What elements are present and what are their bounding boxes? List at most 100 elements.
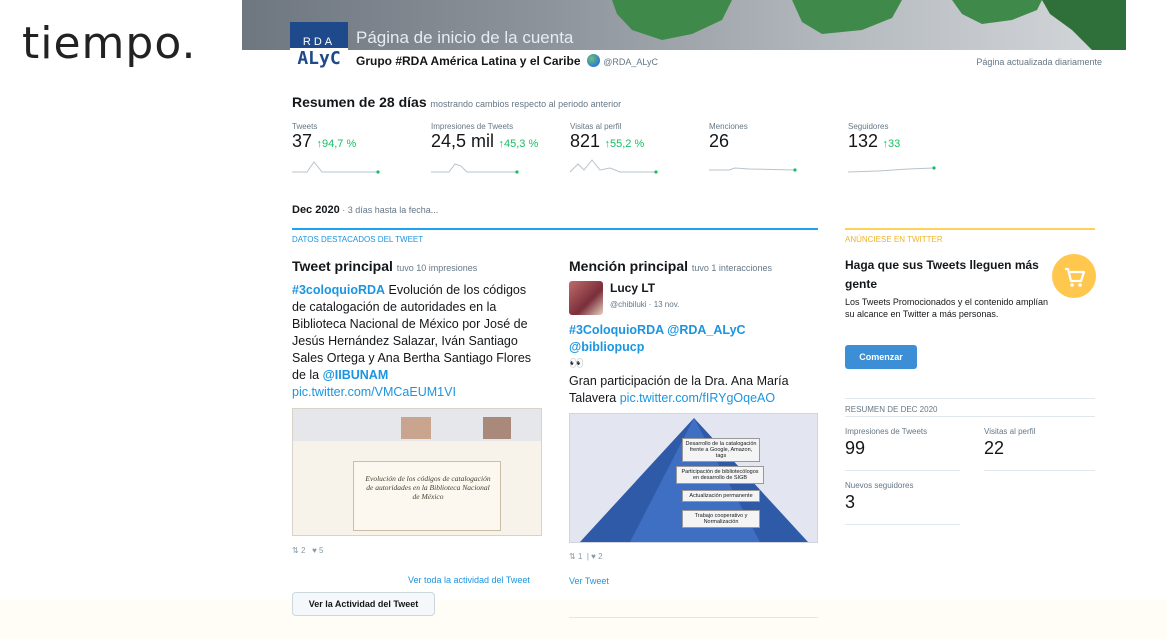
mention-author-name[interactable]: Lucy LT — [610, 281, 655, 295]
map-graphic — [612, 0, 1126, 50]
view-tweet-link[interactable]: Ver Tweet — [569, 576, 609, 586]
mention-divider — [569, 617, 818, 618]
sparkline — [570, 159, 658, 174]
metric-impressions[interactable]: Impresiones de Tweets 24,5 mil ↑45,3 % — [431, 122, 538, 174]
summary-divider — [845, 524, 960, 525]
followers-value: 3 — [845, 492, 856, 512]
top-tweet-subtitle: tuvo 10 impresiones — [396, 263, 478, 273]
top-tweet-text: #3coloquioRDA Evolución de los códigos d… — [292, 282, 532, 401]
pyramid-box: Actualización permanente — [682, 490, 760, 502]
metric-label: Impresiones de Tweets — [431, 122, 514, 131]
followers-label: Nuevos seguidores — [845, 481, 914, 490]
like-icon: ♥ — [591, 552, 596, 561]
metric-mentions[interactable]: Menciones 26 — [709, 122, 799, 174]
tweet-activity-link[interactable]: Ver toda la actividad del Tweet — [408, 575, 530, 585]
period-note: · 3 días hasta la fecha... — [339, 205, 439, 215]
metric-label: Menciones — [709, 122, 748, 131]
sparkline — [431, 163, 519, 174]
metric-label: Seguidores — [848, 122, 889, 131]
promo-title: Haga que sus Tweets lleguen más gente — [845, 258, 1039, 291]
logo-top-text: RDA — [290, 22, 348, 48]
metric-change: ↑94,7 % — [316, 138, 357, 150]
top-tweet-engagement: ⇅ 2 ♥ 5 — [292, 546, 324, 555]
top-tweet-title: Tweet principal tuvo 10 impresiones — [292, 258, 477, 274]
summary-title-text: Resumen de 28 días — [292, 94, 427, 110]
metric-change: ↑33 — [882, 138, 901, 150]
logo-bottom-text: ALyC — [297, 48, 341, 69]
account-handle[interactable]: @RDA_ALyC — [603, 57, 658, 67]
mention-image-link[interactable]: pic.twitter.com/fIRYgOqeAO — [620, 391, 775, 405]
participant-thumbnail — [401, 417, 431, 439]
slide-heading-fragment: tiempo. — [22, 18, 197, 69]
mention-link[interactable]: @IIBUNAM — [323, 368, 389, 382]
like-icon: ♥ — [312, 546, 317, 555]
hashtag-link[interactable]: #3coloquioRDA — [292, 283, 385, 297]
summary-title: Resumen de 28 días mostrando cambios res… — [292, 94, 621, 110]
tweet-image-link[interactable]: pic.twitter.com/VMCaEUM1VI — [292, 384, 532, 401]
top-mention-subtitle: tuvo 1 interacciones — [691, 263, 772, 273]
metric-value: 37 — [292, 131, 313, 151]
metric-value: 24,5 mil — [431, 131, 495, 151]
retweet-count: 2 — [300, 546, 306, 555]
mention-author-handle: @chibiluki · 13 nov. — [610, 300, 680, 309]
metric-label: Tweets — [292, 122, 318, 131]
sparkline — [848, 166, 936, 173]
summary-divider — [984, 470, 1095, 471]
header-banner: Página de inicio de la cuenta — [242, 0, 1126, 50]
account-row: Grupo #RDA América Latina y el Caribe @R… — [356, 54, 658, 68]
promo-label: ANÚNCIESE EN TWITTER — [845, 235, 943, 244]
summary-subtitle: mostrando cambios respecto al periodo an… — [430, 99, 622, 109]
metric-value: 132 — [848, 131, 879, 151]
visits-value: 22 — [984, 438, 1005, 458]
account-name[interactable]: Grupo #RDA América Latina y el Caribe — [356, 54, 581, 68]
mention-tags[interactable]: #3ColoquioRDA @RDA_ALyC @bibliopucp — [569, 322, 809, 356]
promote-cart-icon — [1052, 254, 1096, 298]
globe-icon — [586, 54, 600, 67]
retweet-count: 1 — [577, 552, 583, 561]
metric-profile-visits[interactable]: Visitas al perfil 821 ↑55,2 % — [570, 122, 660, 174]
top-tweet-title-text: Tweet principal — [292, 258, 393, 274]
start-button[interactable]: Comenzar — [845, 345, 917, 369]
updated-note: Página actualizada diariamente — [976, 57, 1102, 67]
impressions-label: Impresiones de Tweets — [845, 427, 928, 436]
analytics-screenshot: Página de inicio de la cuenta RDA ALyC G… — [242, 0, 1126, 639]
rda-alyc-logo: RDA ALyC — [290, 22, 348, 74]
month-summary-heading: RESUMEN DE DEC 2020 — [845, 405, 938, 414]
period-heading: Dec 2020 · 3 días hasta la fecha... — [292, 204, 438, 216]
view-tweet-activity-button[interactable]: Ver la Actividad del Tweet — [292, 592, 435, 616]
promo-text: Los Tweets Promocionados y el contenido … — [845, 297, 1048, 319]
sparkline — [709, 167, 797, 172]
top-mention-title-text: Mención principal — [569, 258, 689, 274]
pyramid-box: Participación de bibliotecólogos en desa… — [676, 466, 764, 484]
summary-divider — [845, 470, 960, 471]
pyramid-box: Desarrollo de la catalogación frente a G… — [682, 438, 760, 462]
promo-divider — [845, 228, 1095, 230]
mention-body: Gran participación de la Dra. Ana María … — [569, 373, 819, 407]
like-count: 2 — [598, 552, 603, 561]
top-mention-image[interactable]: Desarrollo de la catalogación frente a G… — [569, 413, 818, 543]
sparkline — [292, 161, 380, 174]
avatar[interactable] — [569, 281, 603, 315]
metric-change: ↑55,2 % — [604, 138, 645, 150]
metric-value: 821 — [570, 131, 601, 151]
slide-card: Evolución de los códigos de catalogación… — [353, 461, 501, 531]
period-month: Dec 2020 — [292, 204, 340, 216]
participant-thumbnail — [483, 417, 511, 439]
top-tweet-image[interactable]: Evolución de los códigos de catalogación… — [292, 408, 542, 536]
like-count: 5 — [319, 546, 324, 555]
slide-card-title: Evolución de los códigos de catalogación… — [365, 474, 491, 501]
retweet-icon: ⇅ — [569, 552, 576, 561]
metric-value: 26 — [709, 131, 730, 151]
summary-divider — [845, 398, 1095, 399]
metric-followers[interactable]: Seguidores 132 ↑33 — [848, 122, 938, 174]
summary-divider — [845, 416, 1095, 417]
eyes-emoji: 👀 — [569, 356, 584, 370]
top-mention-engagement: ⇅ 1 | ♥ 2 — [569, 552, 603, 561]
retweet-icon: ⇅ — [292, 546, 299, 555]
banner-title: Página de inicio de la cuenta — [356, 28, 574, 47]
metric-change: ↑45,3 % — [498, 138, 539, 150]
metric-tweets[interactable]: Tweets 37 ↑94,7 % — [292, 122, 382, 174]
metric-label: Visitas al perfil — [570, 122, 622, 131]
impressions-value: 99 — [845, 438, 866, 458]
visits-label: Visitas al perfil — [984, 427, 1036, 436]
